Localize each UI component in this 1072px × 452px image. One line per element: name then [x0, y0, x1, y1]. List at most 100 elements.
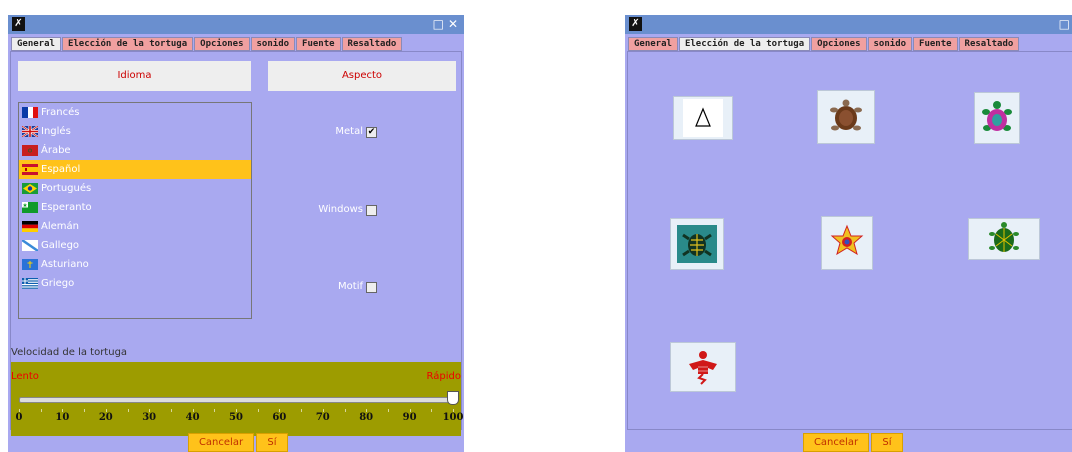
speed-tick-mark: [19, 409, 20, 412]
language-label: Griego: [41, 278, 75, 289]
green-shell-turtle-icon: [989, 222, 1019, 252]
turtle-option-7[interactable]: [670, 342, 736, 392]
speed-tick-mark: [149, 409, 151, 412]
ar-flag-icon: [22, 145, 38, 156]
app-logo-icon: ✗: [12, 17, 25, 31]
es-flag-icon: [22, 164, 38, 175]
turtle-option-2[interactable]: [817, 90, 875, 144]
cancel-button[interactable]: Cancelar: [188, 433, 254, 452]
checkbox-unchecked[interactable]: [366, 281, 377, 293]
brown-turtle-icon: [830, 99, 862, 131]
look-metal-option[interactable]: Metal ✔: [335, 126, 377, 138]
preferences-window-turtle: ✗ □ General Elección de la tortuga Opcio…: [625, 15, 1072, 452]
eo-flag-icon: [22, 202, 38, 213]
tab-bar: General Elección de la tortuga Opciones …: [11, 37, 403, 51]
maximize-icon[interactable]: □: [433, 16, 444, 32]
turtle-option-6[interactable]: [968, 218, 1040, 260]
fast-label: Rápido: [426, 371, 461, 382]
maximize-icon[interactable]: □: [1059, 16, 1070, 32]
language-item-german[interactable]: Alemán: [19, 217, 251, 236]
look-label: Motif: [338, 281, 363, 292]
speed-tick-mark: [301, 409, 303, 412]
language-item-greek[interactable]: Griego: [19, 274, 251, 293]
speed-tick-label: 90: [402, 412, 417, 423]
language-label: Árabe: [41, 145, 71, 156]
br-flag-icon: [22, 183, 38, 194]
speed-tick-label: 70: [315, 412, 330, 423]
speed-panel: Lento Rápido 0 10 20 30 40 50 60 70 80 90 100: [11, 362, 463, 436]
yellow-star-turtle-icon: [830, 224, 864, 256]
language-item-arabic[interactable]: Árabe: [19, 141, 251, 160]
language-list[interactable]: Francés Inglés Árabe Español Portugués E…: [18, 102, 252, 319]
ok-button[interactable]: Sí: [871, 433, 903, 452]
checkbox-checked[interactable]: ✔: [366, 126, 377, 138]
tab-general[interactable]: General: [628, 37, 678, 51]
speed-tick-label: 80: [359, 412, 374, 423]
speed-slider-thumb[interactable]: [447, 391, 459, 405]
language-label: Portugués: [41, 183, 92, 194]
speed-tick-mark: [192, 409, 194, 412]
look-motif-option[interactable]: Motif: [338, 281, 377, 293]
preferences-window-general: ✗ □ ✕ General Elección de la tortuga Opc…: [8, 15, 464, 452]
pink-green-turtle-icon: [982, 101, 1012, 131]
speed-tick-mark: [170, 409, 172, 412]
tab-options[interactable]: Opciones: [194, 37, 250, 51]
language-item-portuguese[interactable]: Portugués: [19, 179, 251, 198]
red-bird-turtle-icon: [689, 351, 717, 385]
title-bar[interactable]: ✗ □ ✕: [8, 15, 464, 34]
turtle-option-1[interactable]: [673, 96, 733, 140]
tab-options[interactable]: Opciones: [811, 37, 867, 51]
language-item-esperanto[interactable]: Esperanto: [19, 198, 251, 217]
speed-label: Velocidad de la tortuga: [11, 347, 128, 358]
tab-highlight[interactable]: Resaltado: [341, 37, 403, 51]
general-panel: Idioma Aspecto Francés Inglés Árabe Espa…: [10, 51, 463, 436]
checkbox-unchecked[interactable]: [366, 204, 377, 216]
speed-tick-mark: [409, 409, 411, 412]
tab-turtle-choice[interactable]: Elección de la tortuga: [61, 37, 194, 51]
speed-tick-mark: [236, 409, 237, 412]
speed-tick-label: 50: [229, 412, 243, 423]
tab-font[interactable]: Fuente: [296, 37, 341, 51]
speed-tick-label: 20: [98, 412, 113, 423]
dialog-footer: Cancelar Sí: [8, 430, 464, 452]
de-flag-icon: [22, 221, 38, 232]
language-header: Idioma: [18, 61, 251, 91]
language-label: Francés: [41, 107, 80, 118]
speed-tick-mark: [279, 409, 281, 412]
title-bar[interactable]: ✗ □: [625, 15, 1072, 34]
tab-general[interactable]: General: [11, 37, 61, 51]
dark-teal-turtle-icon: [677, 225, 717, 263]
slow-label: Lento: [11, 371, 39, 382]
tab-font[interactable]: Fuente: [913, 37, 958, 51]
speed-tick-mark: [40, 409, 42, 412]
appearance-header: Aspecto: [268, 61, 456, 91]
tab-sound[interactable]: sonido: [250, 37, 296, 51]
speed-tick-mark: [105, 409, 107, 412]
speed-tick-label: 10: [55, 412, 70, 423]
language-label: Asturiano: [41, 259, 89, 270]
turtle-option-3[interactable]: [974, 92, 1020, 144]
language-item-spanish[interactable]: Español: [19, 160, 251, 179]
language-item-french[interactable]: Francés: [19, 103, 251, 122]
speed-tick-mark: [453, 409, 454, 412]
language-item-asturian[interactable]: Asturiano: [19, 255, 251, 274]
ok-button[interactable]: Sí: [256, 433, 288, 452]
speed-tick-mark: [431, 409, 433, 412]
speed-tick-mark: [84, 409, 86, 412]
turtle-choice-panel: [627, 51, 1072, 430]
language-item-english[interactable]: Inglés: [19, 122, 251, 141]
speed-tick-mark: [127, 409, 129, 412]
tab-turtle-choice[interactable]: Elección de la tortuga: [678, 37, 811, 51]
language-label: Inglés: [41, 126, 71, 137]
cancel-button[interactable]: Cancelar: [803, 433, 869, 452]
close-icon[interactable]: ✕: [448, 16, 458, 32]
language-item-galician[interactable]: Gallego: [19, 236, 251, 255]
turtle-option-5[interactable]: [821, 216, 873, 270]
fr-flag-icon: [22, 107, 38, 118]
tab-sound[interactable]: sonido: [867, 37, 913, 51]
look-windows-option[interactable]: Windows: [318, 204, 377, 216]
speed-slider-track[interactable]: [19, 397, 455, 403]
turtle-option-4[interactable]: [670, 218, 724, 270]
tab-highlight[interactable]: Resaltado: [958, 37, 1020, 51]
ast-flag-icon: [22, 259, 38, 270]
